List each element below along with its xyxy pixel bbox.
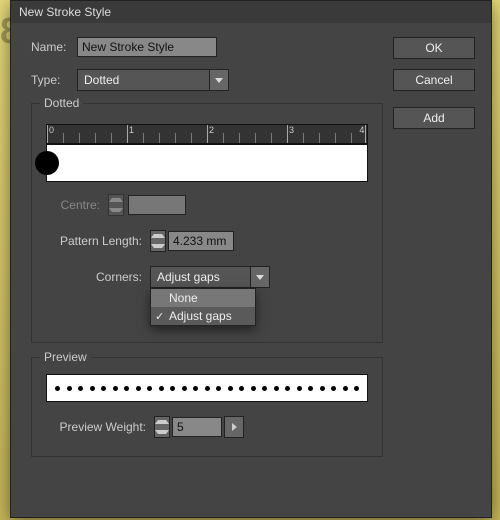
- preview-group: Preview Preview Weight:: [31, 357, 383, 457]
- corners-label: Corners:: [46, 270, 142, 284]
- type-select-arrow[interactable]: [209, 70, 228, 90]
- arrow-up-icon: [155, 420, 169, 424]
- centre-label: Centre:: [46, 198, 100, 212]
- arrow-down-icon: [109, 208, 123, 212]
- preview-group-title: Preview: [40, 350, 91, 364]
- preview-line: [46, 374, 368, 402]
- stroke-sample[interactable]: [46, 144, 368, 182]
- preview-weight-stepper[interactable]: [154, 416, 170, 438]
- ok-button[interactable]: OK: [393, 37, 475, 59]
- preview-weight-flyout[interactable]: [224, 416, 244, 438]
- cancel-button[interactable]: Cancel: [393, 69, 475, 91]
- arrow-down-icon: [155, 430, 169, 434]
- name-input[interactable]: [77, 37, 217, 57]
- dotted-group-title: Dotted: [40, 96, 83, 110]
- type-select[interactable]: Dotted: [77, 69, 229, 91]
- centre-stepper: [108, 194, 124, 216]
- dialog-title: New Stroke Style: [19, 5, 111, 19]
- name-label: Name:: [31, 40, 77, 54]
- preview-weight-label: Preview Weight:: [46, 420, 146, 434]
- ruler-area: 0 1 2 3 4: [46, 124, 368, 182]
- pattern-length-up[interactable]: [151, 231, 165, 241]
- dialog-button-column: OK Cancel Add: [393, 37, 475, 129]
- chevron-right-icon: [232, 423, 237, 431]
- corners-select-arrow[interactable]: [250, 267, 269, 287]
- arrow-down-icon: [151, 244, 165, 248]
- corners-dropdown-popup: None ✓ Adjust gaps: [150, 288, 256, 326]
- dotted-group: Dotted 0 1 2 3 4: [31, 103, 383, 343]
- preview-weight-input[interactable]: [172, 417, 222, 437]
- type-label: Type:: [31, 73, 77, 87]
- ruler[interactable]: 0 1 2 3 4: [46, 124, 368, 144]
- pattern-length-down[interactable]: [151, 241, 165, 251]
- corners-select-value: Adjust gaps: [151, 270, 250, 284]
- corners-select[interactable]: Adjust gaps: [150, 266, 270, 288]
- dialog-titlebar[interactable]: New Stroke Style: [11, 1, 491, 23]
- preview-weight-down[interactable]: [155, 427, 169, 437]
- pattern-length-label: Pattern Length:: [46, 234, 142, 248]
- type-select-value: Dotted: [78, 73, 209, 87]
- new-stroke-style-dialog: New Stroke Style OK Cancel Add Name: Typ…: [10, 0, 492, 518]
- corners-option-none[interactable]: None: [151, 289, 255, 307]
- chevron-down-icon: [215, 78, 223, 83]
- corners-option-adjust-gaps[interactable]: ✓ Adjust gaps: [151, 307, 255, 325]
- chevron-down-icon: [256, 275, 264, 280]
- checkmark-icon: ✓: [155, 310, 164, 323]
- add-button[interactable]: Add: [393, 107, 475, 129]
- centre-value-box: [128, 195, 186, 215]
- arrow-up-icon: [109, 198, 123, 202]
- sample-dot: [35, 151, 59, 175]
- pattern-length-input[interactable]: [168, 231, 234, 251]
- arrow-up-icon: [151, 234, 165, 238]
- preview-weight-up[interactable]: [155, 417, 169, 427]
- pattern-length-stepper[interactable]: [150, 230, 166, 252]
